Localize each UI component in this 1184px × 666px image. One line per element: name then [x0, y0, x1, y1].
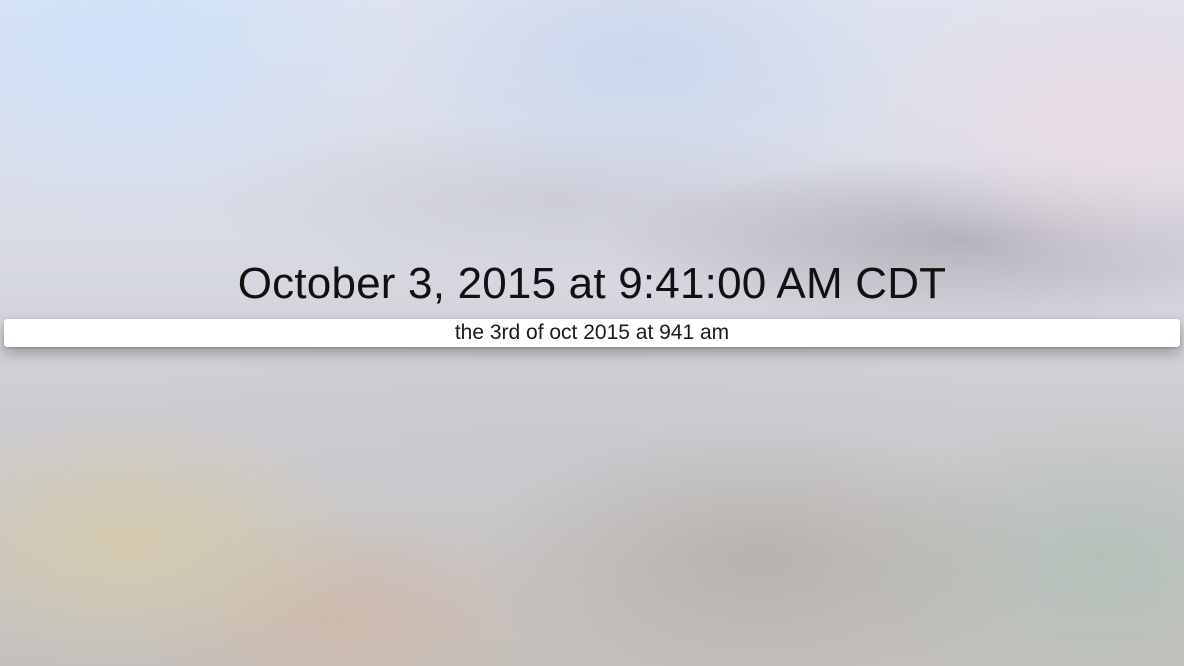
date-input-bar[interactable]: [4, 319, 1180, 347]
parsed-date-label: October 3, 2015 at 9:41:00 AM CDT: [237, 259, 947, 308]
date-input-field[interactable]: [4, 319, 1180, 347]
